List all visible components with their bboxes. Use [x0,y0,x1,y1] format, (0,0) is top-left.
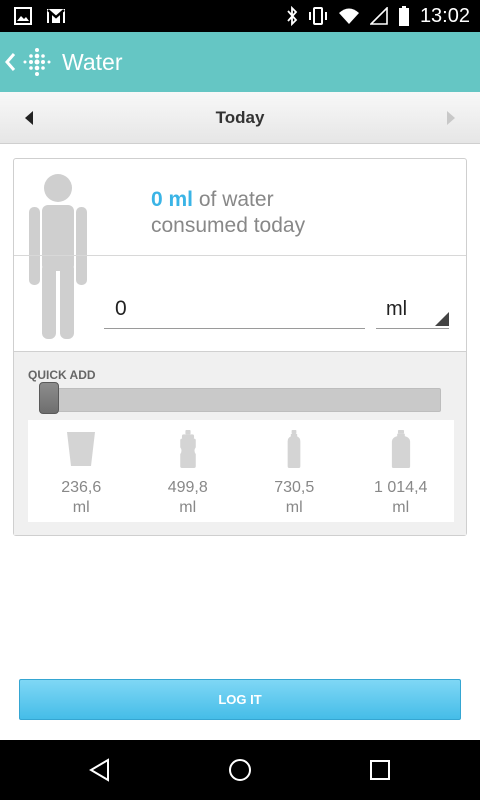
preset-unit: ml [72,499,90,516]
app-bar: Water [0,32,480,92]
fitbit-logo-icon[interactable] [22,47,52,77]
preset-list: 236,6 ml 499,8 ml 730,5 ml 1 014,4 ml [28,420,454,522]
consumed-label-line2: consumed today [151,214,306,237]
preset-label: 730,5 ml [241,478,348,518]
preset-unit: ml [392,499,410,516]
quick-add-panel: QUICK ADD 236,6 ml 499,8 ml 730,5 ml 1 0… [14,352,466,535]
gmail-icon [47,9,65,23]
preset-unit: ml [285,499,303,516]
preset-value: 236,6 [61,479,102,496]
preset-large-bottle[interactable]: 1 014,4 ml [348,420,455,522]
wifi-icon [338,8,359,24]
sport-bottle-icon [179,430,196,468]
preset-value: 730,5 [274,479,315,496]
system-nav-bar [0,740,480,800]
home-icon[interactable] [228,758,252,782]
preset-glass[interactable]: 236,6 ml [28,420,135,522]
recent-apps-icon[interactable] [369,759,391,781]
preset-bottle[interactable]: 730,5 ml [241,420,348,522]
log-it-button[interactable]: LOG IT [19,679,461,720]
quick-add-slider[interactable] [39,388,441,412]
back-icon[interactable] [88,758,112,782]
preset-value: 1 014,4 [374,479,428,496]
vibrate-icon [308,7,327,25]
divider [14,255,466,256]
app-title: Water [62,48,123,75]
preset-unit: ml [179,499,197,516]
next-day-icon[interactable] [444,110,458,126]
preset-label: 1 014,4 ml [348,478,455,518]
preset-label: 499,8 ml [135,478,242,518]
preset-label: 236,6 ml [28,478,135,518]
date-nav: Today [0,92,480,144]
date-label: Today [215,108,265,127]
quick-add-label: QUICK ADD [28,368,96,382]
preset-value: 499,8 [167,479,208,496]
status-bar: 13:02 [0,0,480,32]
dropdown-caret-icon [435,312,449,326]
slider-thumb[interactable] [39,382,59,414]
unit-dropdown[interactable]: ml [376,295,449,329]
preset-sport-bottle[interactable]: 499,8 ml [135,420,242,522]
status-time: 13:02 [419,4,470,27]
glass-icon [67,432,96,466]
water-card: 0 ml of water consumed today 0 ml QUICK … [13,158,467,536]
consumed-amount: 0 ml [151,188,194,211]
bluetooth-icon [287,6,298,26]
large-bottle-icon [391,430,410,468]
consumed-label: of water [193,188,274,211]
consumed-summary: 0 ml of water consumed today [151,187,305,239]
battery-icon [398,6,409,26]
signal-icon [369,7,388,25]
image-icon [14,7,32,25]
chevron-left-icon[interactable] [4,50,16,74]
bottle-icon [287,430,301,468]
unit-label: ml [386,298,408,320]
person-icon [29,174,87,339]
amount-input[interactable]: 0 [104,295,365,329]
